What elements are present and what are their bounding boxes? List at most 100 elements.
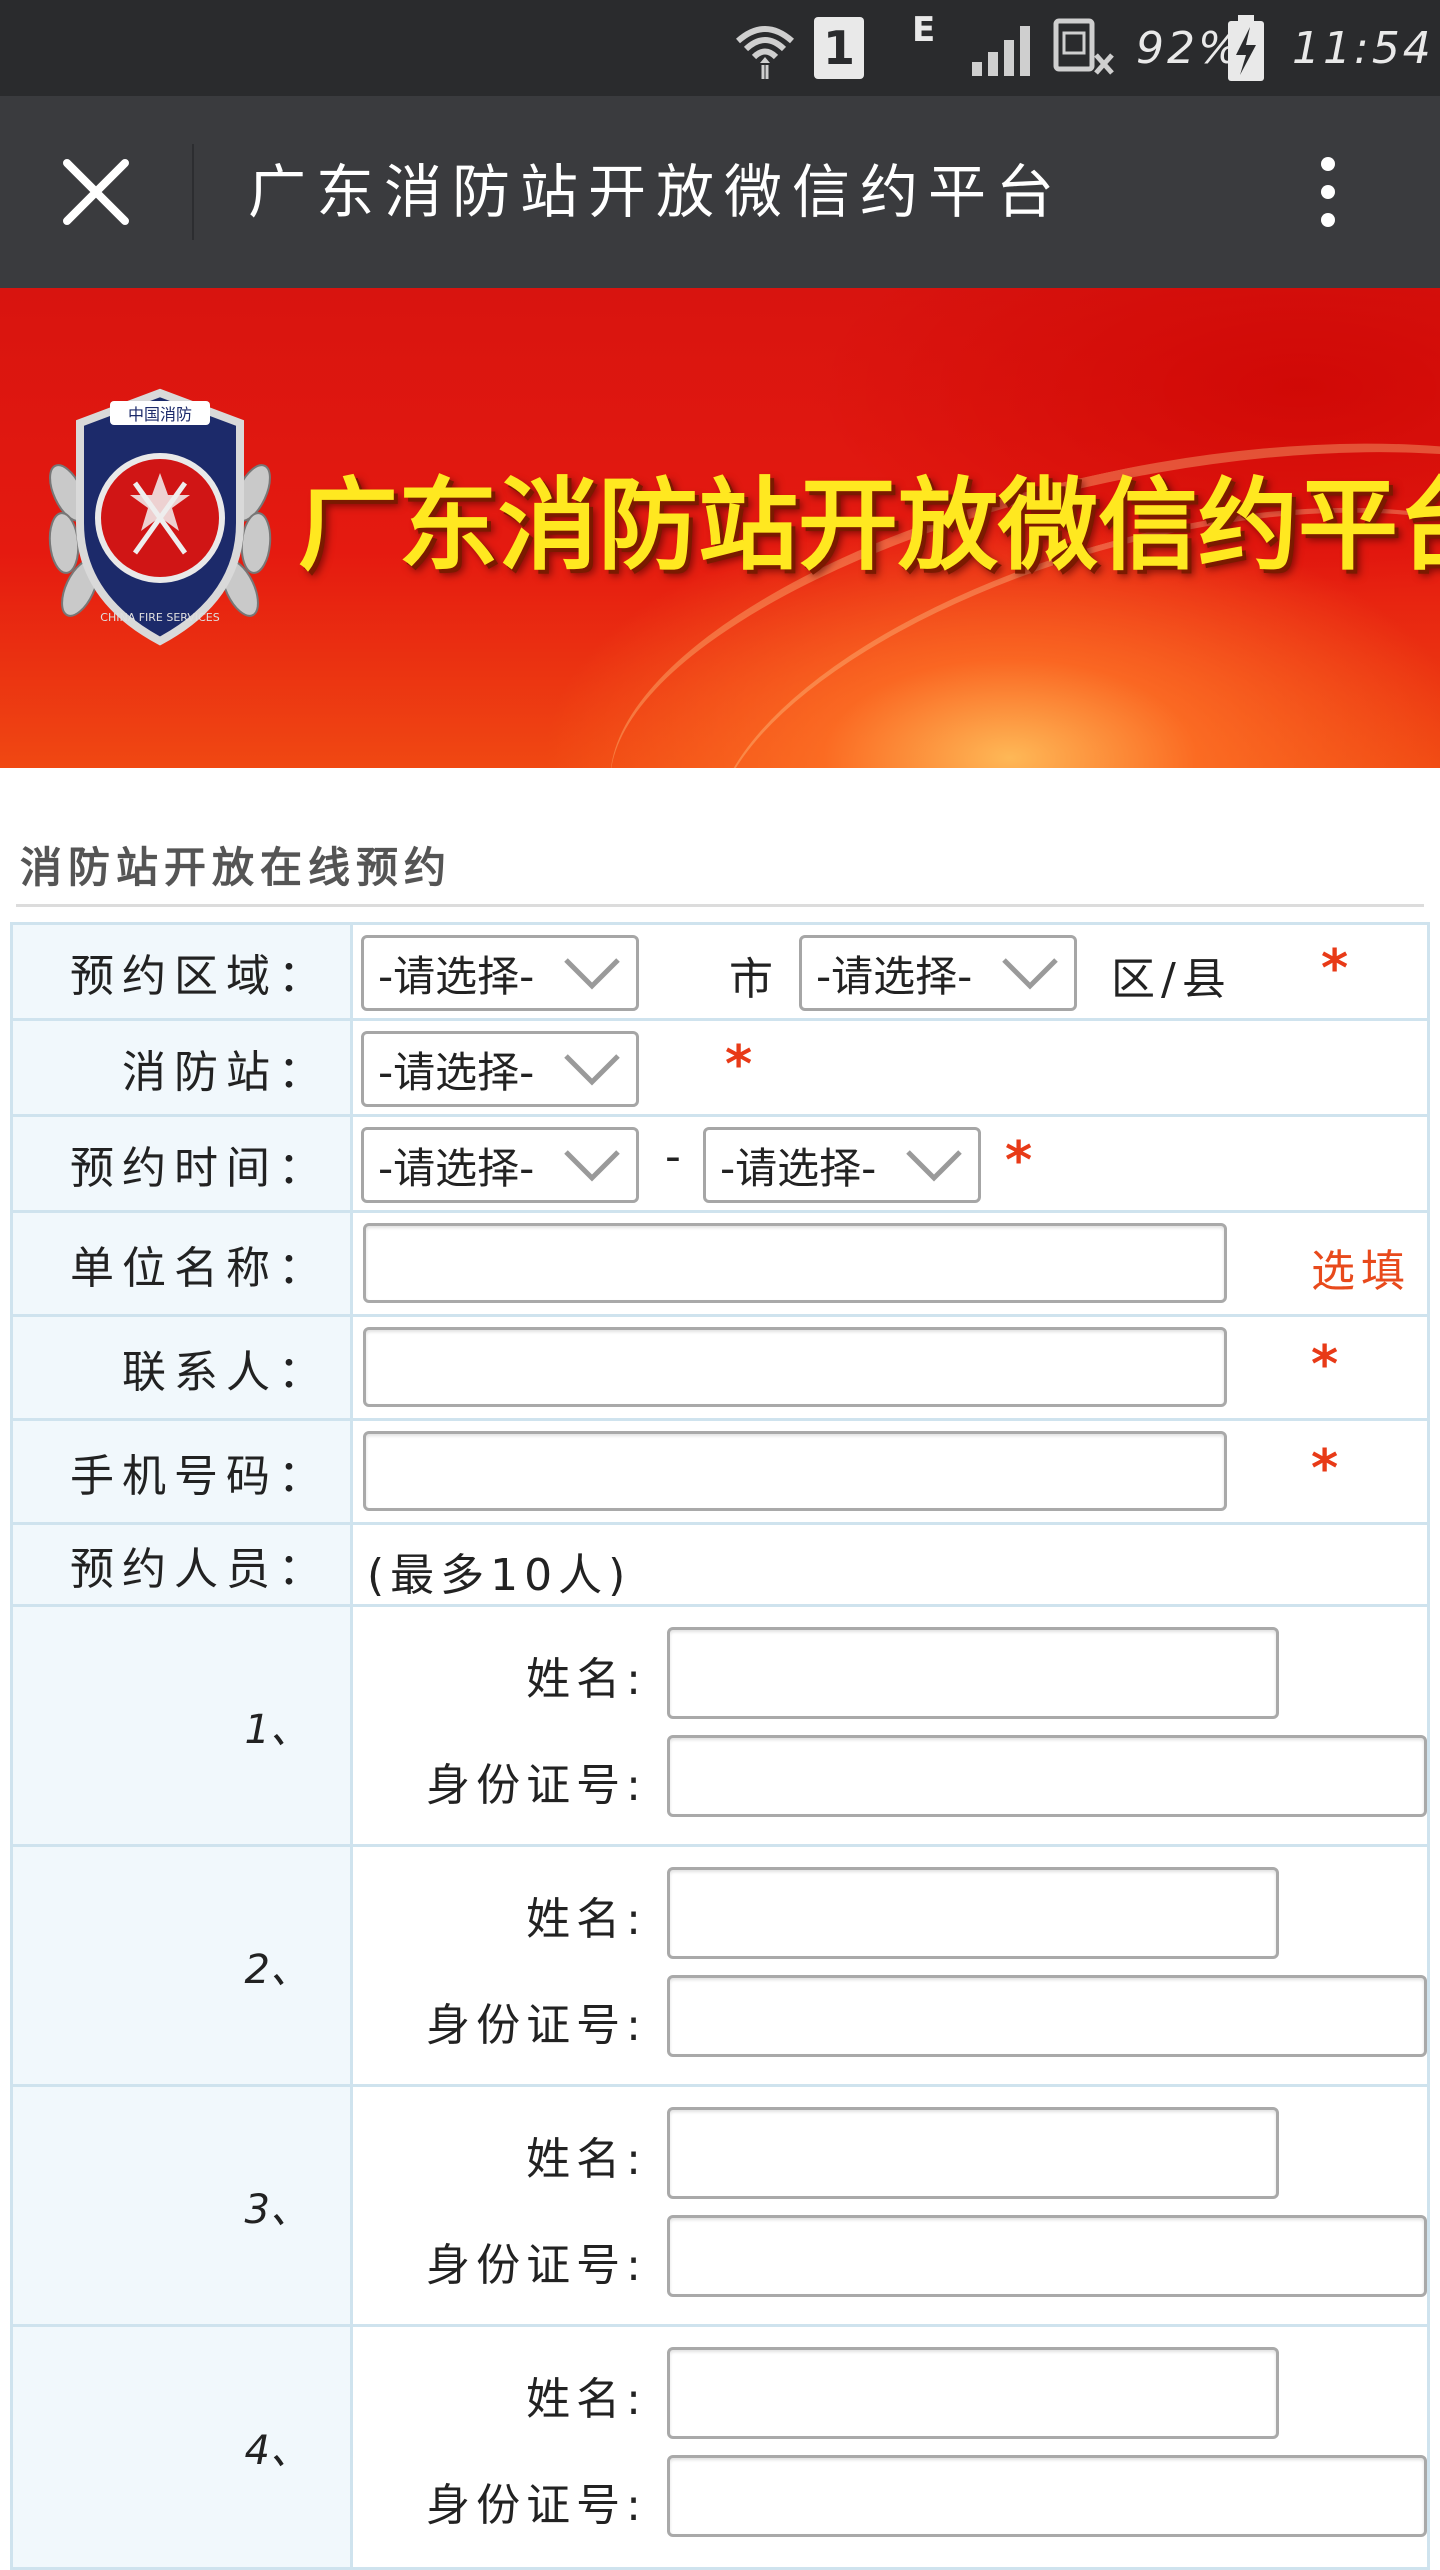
banner-title: 广东消防站开放微信约平台 (298, 467, 1440, 584)
phone-input[interactable] (363, 1431, 1227, 1511)
person-entry: 3、 姓名: 身份证号: (13, 2087, 1427, 2327)
label-cell: 1、 (13, 1607, 353, 1844)
row-phone: 手机号码： * (13, 1421, 1427, 1525)
label-cell: 单位名称： (13, 1213, 353, 1314)
chevron-down-icon (564, 958, 620, 990)
required-asterisk: * (1321, 939, 1349, 999)
row-contact: 联系人： * (13, 1317, 1427, 1421)
station-label: 消防站： (122, 1046, 330, 1098)
name-label: 姓名: (526, 2134, 647, 2185)
wifi-icon (730, 0, 800, 96)
station-select-value: -请选择- (378, 1047, 535, 1097)
fire-services-emblem: 中国消防 CHINA FIRE SERVICES (48, 388, 272, 646)
label-cell: 预约区域： (13, 925, 353, 1018)
time-separator: - (665, 1131, 687, 1182)
id-number-label: 身份证号: (426, 2480, 647, 2531)
start-time-select-value: -请选择- (378, 1143, 535, 1193)
district-select-value: -请选择- (816, 951, 973, 1001)
clock: 11:54 (1292, 22, 1434, 74)
district-select[interactable]: -请选择- (799, 935, 1077, 1011)
start-time-select[interactable]: -请选择- (361, 1127, 639, 1203)
chevron-down-icon (564, 1150, 620, 1182)
more-vertical-icon-dot (1321, 213, 1335, 227)
required-asterisk: * (725, 1035, 753, 1095)
person-name-input[interactable] (667, 2347, 1279, 2439)
company-label: 单位名称： (70, 1242, 330, 1294)
contact-person-input[interactable] (363, 1327, 1227, 1407)
person-entry: 2、 姓名: 身份证号: (13, 1847, 1427, 2087)
end-time-select[interactable]: -请选择- (703, 1127, 981, 1203)
person-entry: 4、 姓名: 身份证号: (13, 2327, 1427, 2567)
name-label: 姓名: (526, 1894, 647, 1945)
company-name-input[interactable] (363, 1223, 1227, 1303)
header-banner: 中国消防 CHINA FIRE SERVICES 广东消防站开放微信约平台 (0, 288, 1440, 768)
person-id-input[interactable] (667, 1975, 1427, 2057)
section-divider (16, 904, 1424, 907)
end-time-select-value: -请选择- (720, 1143, 877, 1193)
label-cell: 联系人： (13, 1317, 353, 1418)
required-asterisk: * (1311, 1335, 1339, 1395)
phone-label: 手机号码： (70, 1450, 330, 1502)
title-divider (192, 144, 194, 240)
sim-slot-number: 1 (814, 17, 864, 79)
close-icon (63, 159, 129, 225)
close-button[interactable] (44, 140, 148, 244)
label-cell: 预约时间： (13, 1117, 353, 1210)
sim-1-icon: 1 (814, 0, 864, 96)
region-label: 预约区域： (70, 950, 330, 1002)
people-limit-note: (最多10人) (367, 1550, 632, 1601)
battery-charging-icon (1226, 0, 1266, 96)
row-station: 消防站： -请选择- * (13, 1021, 1427, 1117)
section-title: 消防站开放在线预约 (20, 843, 453, 892)
status-bar: 1 E 92% 11:54 (0, 0, 1440, 96)
id-number-label: 身份证号: (426, 2240, 647, 2291)
page-title: 广东消防站开放微信约平台 (248, 158, 1065, 226)
row-company: 单位名称： 选填 (13, 1213, 1427, 1317)
required-asterisk: * (1311, 1439, 1339, 1499)
label-cell: 消防站： (13, 1021, 353, 1114)
city-select-value: -请选择- (378, 951, 535, 1001)
label-cell: 预约人员： (13, 1525, 353, 1604)
label-cell: 手机号码： (13, 1421, 353, 1522)
station-select[interactable]: -请选择- (361, 1031, 639, 1107)
signal-icon (970, 0, 1040, 96)
more-menu-button[interactable] (1292, 140, 1364, 244)
chevron-down-icon (1002, 958, 1058, 990)
person-index: 4、 (244, 2428, 310, 2474)
person-id-input[interactable] (667, 2455, 1427, 2537)
city-select[interactable]: -请选择- (361, 935, 639, 1011)
person-index: 2、 (244, 1946, 310, 1993)
person-name-input[interactable] (667, 1627, 1279, 1719)
id-number-label: 身份证号: (426, 2000, 647, 2051)
chevron-down-icon (906, 1150, 962, 1182)
person-index: 3、 (244, 2186, 310, 2233)
person-index: 1、 (244, 1706, 310, 1753)
name-label: 姓名: (526, 2374, 647, 2425)
people-label: 预约人员： (70, 1543, 330, 1595)
network-type: E (912, 10, 936, 50)
person-id-input[interactable] (667, 1735, 1427, 1817)
label-cell: 3、 (13, 2087, 353, 2324)
id-number-label: 身份证号: (426, 1760, 647, 1811)
person-name-input[interactable] (667, 2107, 1279, 2199)
person-id-input[interactable] (667, 2215, 1427, 2297)
no-sim-icon (1052, 0, 1118, 96)
emblem-top-text: 中国消防 (128, 405, 192, 424)
row-time: 预约时间： -请选择- - -请选择- * (13, 1117, 1427, 1213)
label-cell: 2、 (13, 1847, 353, 2084)
label-cell: 4、 (13, 2327, 353, 2567)
person-entry: 1、 姓名: 身份证号: (13, 1607, 1427, 1847)
city-unit: 市 (729, 954, 779, 1005)
more-vertical-icon (1321, 157, 1335, 171)
row-people: 预约人员： (最多10人) (13, 1525, 1427, 1607)
reservation-form: 预约区域： -请选择- 市 -请选择- 区/县 * 消防站： -请选择- * 预… (10, 922, 1430, 2570)
required-asterisk: * (1005, 1131, 1033, 1191)
time-label: 预约时间： (70, 1142, 330, 1194)
person-name-input[interactable] (667, 1867, 1279, 1959)
title-bar: 广东消防站开放微信约平台 (0, 96, 1440, 288)
chevron-down-icon (564, 1054, 620, 1086)
optional-label: 选填 (1311, 1246, 1411, 1297)
name-label: 姓名: (526, 1654, 647, 1705)
district-unit: 区/县 (1111, 954, 1232, 1005)
emblem-ring-text: CHINA FIRE SERVICES (100, 611, 219, 624)
